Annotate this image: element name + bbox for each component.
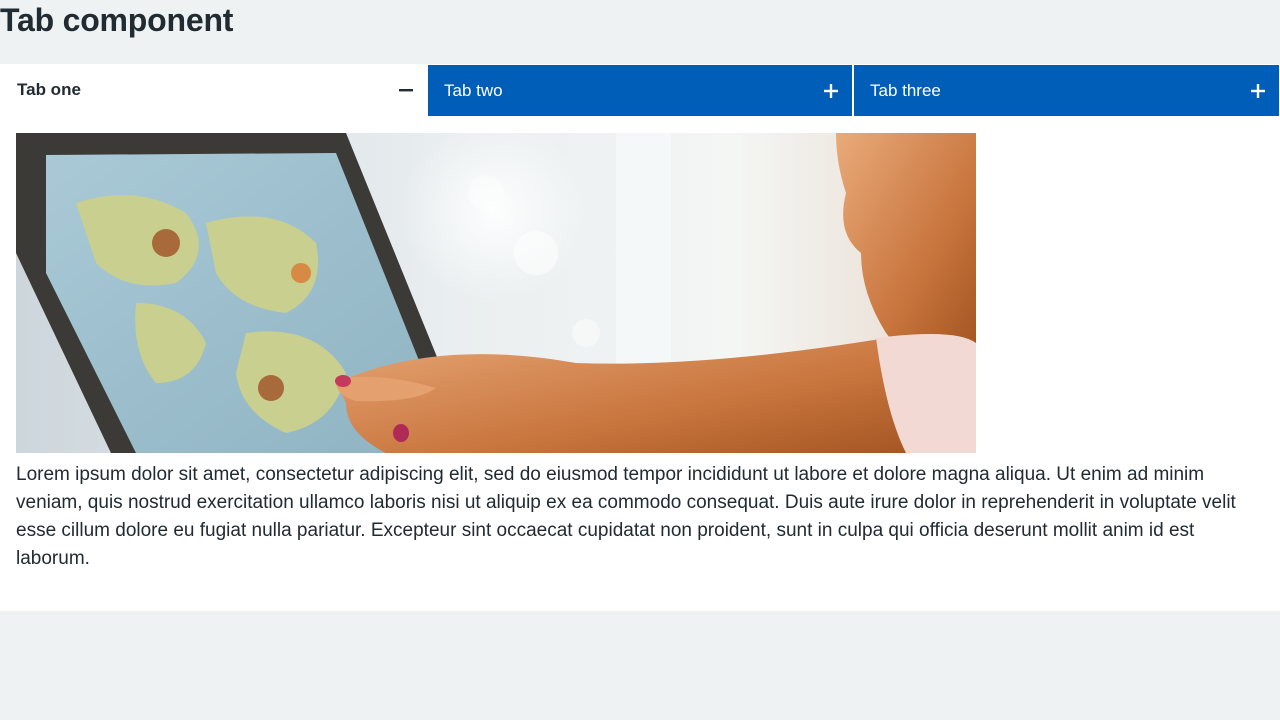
panel-text: Lorem ipsum dolor sit amet, consectetur … xyxy=(16,464,1236,569)
tab-panel: Lorem ipsum dolor sit amet, consectetur … xyxy=(16,133,1264,573)
tabs-component: Tab one Tab two Tab three Lorem ipsum do… xyxy=(0,64,1280,611)
tab-one[interactable]: Tab one xyxy=(0,64,428,116)
tab-three[interactable]: Tab three xyxy=(854,65,1279,116)
page-title: Tab component xyxy=(0,2,234,38)
plus-icon xyxy=(824,84,838,98)
plus-icon xyxy=(1251,84,1265,98)
tab-two[interactable]: Tab two xyxy=(428,65,852,116)
tab-two-label: Tab two xyxy=(444,81,503,100)
tablet-map-photo xyxy=(16,133,976,453)
tab-list: Tab one Tab two Tab three xyxy=(0,64,1280,116)
tab-one-label: Tab one xyxy=(17,80,81,99)
tab-three-label: Tab three xyxy=(870,81,941,100)
minus-icon xyxy=(399,89,413,92)
